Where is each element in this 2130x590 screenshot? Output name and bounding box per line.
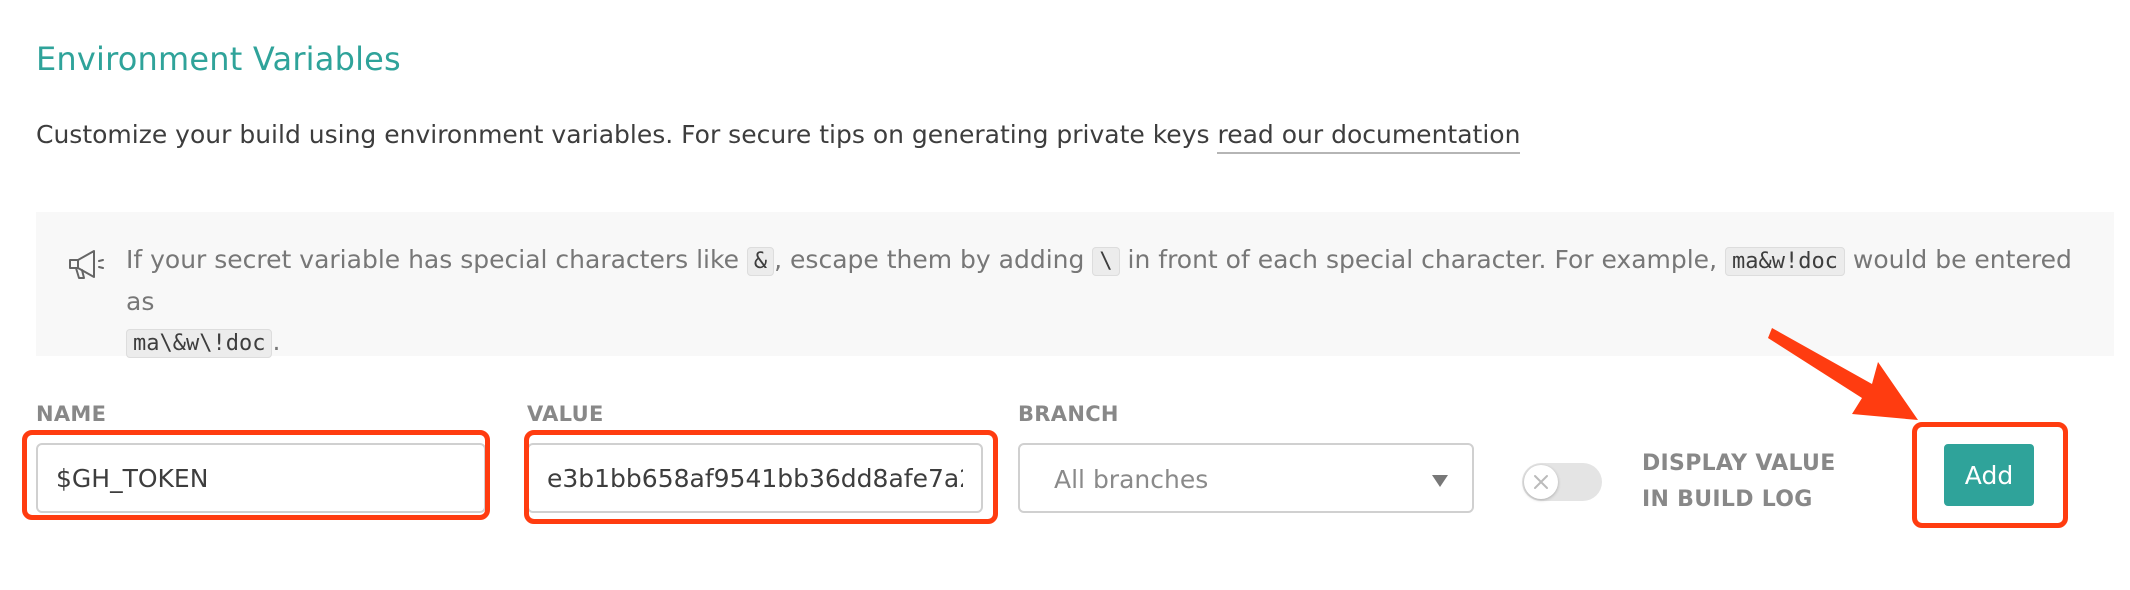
display-value-toggle[interactable]	[1522, 463, 1602, 501]
code-example-escaped: ma\&w\!doc	[126, 329, 273, 358]
notice-text-part: If your secret variable has special char…	[126, 245, 747, 274]
annotation-arrow-icon	[1768, 328, 1918, 420]
code-example-raw: ma&w!doc	[1724, 247, 1845, 276]
intro-description: Customize your build using environment v…	[36, 120, 1218, 149]
add-highlight-box	[1912, 422, 2068, 528]
value-label: VALUE	[527, 402, 604, 426]
notice-text-part: .	[272, 327, 281, 356]
documentation-link[interactable]: read our documentation	[1217, 120, 1521, 154]
notice-text-part: , escape them by adding	[774, 245, 1093, 274]
toggle-knob	[1524, 465, 1558, 499]
megaphone-icon	[66, 248, 106, 282]
code-ampersand: &	[746, 247, 775, 276]
value-highlight-box	[524, 430, 998, 524]
close-icon	[1534, 475, 1548, 489]
branch-label: BRANCH	[1018, 402, 1119, 426]
section-title: Environment Variables	[36, 40, 401, 78]
code-backslash: \	[1092, 247, 1120, 276]
branch-select-value: All branches	[1054, 465, 1209, 494]
notice-text-part: in front of each special character. For …	[1119, 245, 1725, 274]
branch-select[interactable]: All branches	[1018, 443, 1474, 513]
chevron-down-icon	[1432, 475, 1448, 487]
display-value-label: DISPLAY VALUE IN BUILD LOG	[1642, 451, 1836, 512]
intro-text: Customize your build using environment v…	[36, 120, 1521, 154]
name-highlight-box	[22, 430, 490, 520]
name-label: NAME	[36, 402, 107, 426]
